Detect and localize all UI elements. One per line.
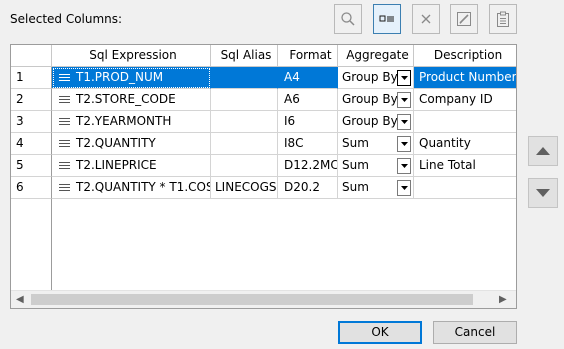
dropdown-arrow-icon[interactable] [397, 70, 411, 86]
sql-alias-cell[interactable] [211, 89, 278, 111]
list-view-button[interactable] [373, 4, 401, 34]
aggregate-value: Group By [342, 114, 398, 128]
sql-expression-cell[interactable]: T2.QUANTITY [52, 133, 211, 155]
row-number-header [11, 45, 52, 67]
dropdown-arrow-icon[interactable] [397, 136, 411, 152]
horizontal-scrollbar[interactable]: ◀ ▶ [11, 290, 516, 308]
format-cell[interactable]: I8C [278, 133, 338, 155]
aggregate-value: Group By [342, 92, 398, 106]
aggregate-select[interactable]: Group By [338, 89, 414, 111]
description-cell[interactable]: Quantity [414, 133, 516, 155]
sql-expression-cell[interactable]: T2.QUANTITY * T1.COST [52, 177, 211, 199]
column-header-description[interactable]: Description [414, 45, 516, 67]
sql-expression-cell[interactable]: T1.PROD_NUM [52, 67, 211, 89]
selected-columns-label: Selected Columns: [10, 12, 123, 26]
sql-expression-text: T2.QUANTITY [76, 136, 156, 150]
aggregate-value: Group By [342, 70, 398, 84]
row-number[interactable]: 5 [11, 155, 52, 177]
columns-grid[interactable]: Sql Expression Sql Alias Format Aggregat… [10, 44, 517, 309]
dropdown-arrow-icon[interactable] [397, 180, 411, 196]
dropdown-arrow-icon[interactable] [397, 92, 411, 108]
row-number[interactable]: 4 [11, 133, 52, 155]
sql-alias-cell[interactable] [211, 133, 278, 155]
clipboard-button[interactable] [489, 4, 517, 34]
delete-button[interactable] [412, 4, 440, 34]
sql-expression-text: T2.STORE_CODE [76, 92, 176, 106]
description-cell[interactable] [414, 177, 516, 199]
aggregate-select[interactable]: Sum [338, 177, 414, 199]
sql-alias-cell[interactable] [211, 67, 278, 89]
aggregate-select[interactable]: Sum [338, 155, 414, 177]
column-header-sql-alias[interactable]: Sql Alias [211, 45, 278, 67]
row-number[interactable]: 3 [11, 111, 52, 133]
column-header-sql-expression[interactable]: Sql Expression [52, 45, 211, 67]
aggregate-value: Sum [342, 180, 369, 194]
scroll-right-icon[interactable]: ▶ [499, 294, 507, 305]
sql-alias-cell[interactable] [211, 111, 278, 133]
arrow-up-icon [536, 147, 550, 155]
scrollbar-thumb[interactable] [31, 294, 473, 305]
description-cell[interactable]: Product Number [414, 67, 516, 89]
edit-button[interactable] [450, 4, 478, 34]
format-cell[interactable]: A4 [278, 67, 338, 89]
format-cell[interactable]: I6 [278, 111, 338, 133]
sql-alias-cell[interactable] [211, 155, 278, 177]
row-number[interactable]: 2 [11, 89, 52, 111]
description-cell[interactable] [414, 111, 516, 133]
format-cell[interactable]: D20.2 [278, 177, 338, 199]
cancel-button[interactable]: Cancel [433, 321, 517, 344]
row-number[interactable]: 1 [11, 67, 52, 89]
description-cell[interactable]: Company ID [414, 89, 516, 111]
sql-expression-cell[interactable]: T2.STORE_CODE [52, 89, 211, 111]
sql-alias-cell[interactable]: LINECOGS [211, 177, 278, 199]
edit-icon [457, 12, 471, 26]
ok-button[interactable]: OK [338, 321, 422, 344]
drag-handle-icon[interactable] [59, 183, 70, 192]
clipboard-icon [497, 11, 509, 27]
sql-expression-text: T1.PROD_NUM [76, 70, 164, 84]
move-up-button[interactable] [528, 136, 558, 166]
aggregate-value: Sum [342, 136, 369, 150]
format-cell[interactable]: D12.2MC [278, 155, 338, 177]
aggregate-select[interactable]: Group By [338, 111, 414, 133]
drag-handle-icon[interactable] [59, 117, 70, 126]
aggregate-value: Sum [342, 158, 369, 172]
drag-handle-icon[interactable] [59, 161, 70, 170]
dropdown-arrow-icon[interactable] [397, 114, 411, 130]
drag-handle-icon[interactable] [59, 139, 70, 148]
column-header-aggregate[interactable]: Aggregate [338, 45, 414, 67]
column-header-format[interactable]: Format [278, 45, 338, 67]
aggregate-select[interactable]: Sum [338, 133, 414, 155]
move-down-button[interactable] [528, 178, 558, 208]
scroll-left-icon[interactable]: ◀ [16, 294, 24, 305]
search-button[interactable] [334, 4, 362, 34]
list-view-icon [379, 15, 394, 22]
row-number[interactable]: 6 [11, 177, 52, 199]
description-cell[interactable]: Line Total [414, 155, 516, 177]
sql-expression-cell[interactable]: T2.LINEPRICE [52, 155, 211, 177]
arrow-down-icon [536, 189, 550, 197]
delete-icon [421, 14, 431, 24]
sql-expression-text: T2.QUANTITY * T1.COST [76, 180, 211, 194]
sql-expression-text: T2.YEARMONTH [76, 114, 172, 128]
format-cell[interactable]: A6 [278, 89, 338, 111]
search-icon [341, 12, 355, 26]
drag-handle-icon[interactable] [59, 73, 70, 82]
sql-expression-text: T2.LINEPRICE [76, 158, 157, 172]
drag-handle-icon[interactable] [59, 95, 70, 104]
grid-empty-area [11, 199, 516, 292]
sql-expression-cell[interactable]: T2.YEARMONTH [52, 111, 211, 133]
aggregate-select[interactable]: Group By [338, 67, 414, 89]
dropdown-arrow-icon[interactable] [397, 158, 411, 174]
